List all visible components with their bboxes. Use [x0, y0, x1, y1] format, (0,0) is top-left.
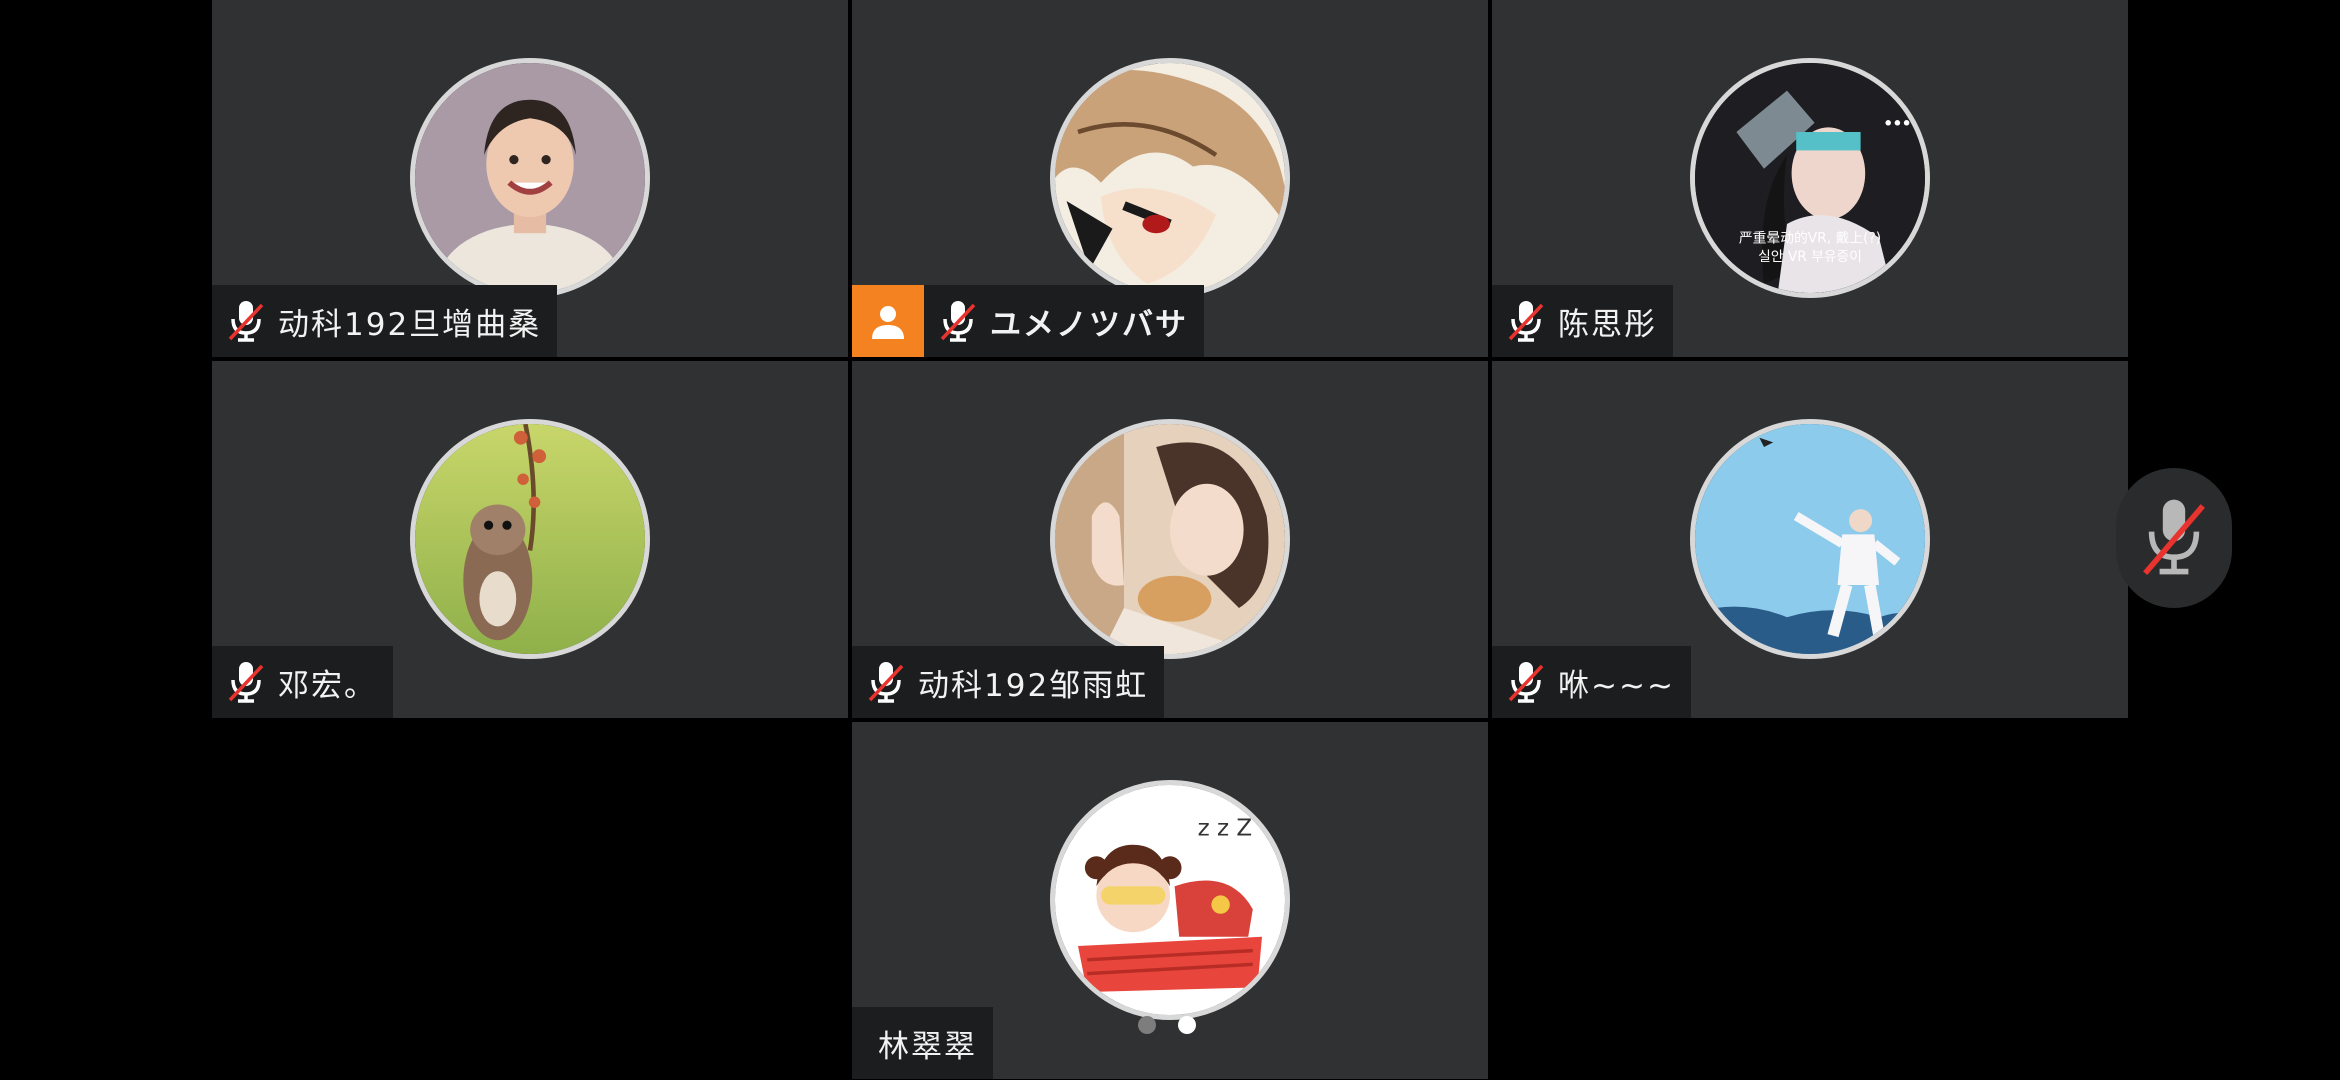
avatar-image: z z Z: [1055, 785, 1285, 1015]
participant-avatar: [410, 419, 650, 659]
participant-name-bar: 动科192邹雨虹: [852, 646, 1165, 718]
participant-name-bar: ユメノツバサ: [852, 285, 1204, 357]
avatar-image: 严重晕动的VR, 戴上(?) 실안 VR 부유증이: [1695, 63, 1925, 293]
participant-tile[interactable]: 动科192邹雨虹: [852, 361, 1488, 718]
mic-muted-icon: [866, 660, 906, 704]
participant-avatar: z z Z: [1050, 780, 1290, 1020]
svg-text:z z Z: z z Z: [1198, 816, 1253, 842]
avatar-image: [415, 63, 645, 293]
meeting-grid: 动科192旦增曲桑 ユメノツバサ 严重晕动的VR, 戴上(?) 실안 VR 부유…: [0, 0, 2340, 1080]
participant-name: 林翠翠: [878, 1028, 977, 1065]
mic-muted-icon: [1506, 660, 1546, 704]
participant-avatar: 严重晕动的VR, 戴上(?) 실안 VR 부유증이: [1690, 58, 1930, 298]
host-badge: [852, 285, 924, 357]
participant-name: 动科192邹雨虹: [918, 667, 1149, 704]
avatar-caption: 严重晕动的VR, 戴上(?): [1739, 230, 1881, 246]
participant-tile[interactable]: ユメノツバサ: [852, 0, 1488, 357]
participant-avatar: [1050, 58, 1290, 298]
participant-avatar: [1690, 419, 1930, 659]
participant-tile[interactable]: 咻~~~: [1492, 361, 2128, 718]
mic-muted-icon: [1506, 299, 1546, 343]
mic-muted-icon: [2143, 499, 2205, 576]
participant-name-bar: 动科192旦增曲桑: [212, 285, 558, 357]
avatar-image: [415, 424, 645, 654]
participant-name: 咻~~~: [1558, 667, 1675, 704]
participant-tile[interactable]: 动科192旦增曲桑: [212, 0, 848, 357]
participant-name-bar: 邓宏。: [212, 646, 393, 718]
participant-name-bar: 陈思彤: [1492, 285, 1673, 357]
self-mic-toggle-button[interactable]: [2116, 468, 2232, 608]
participant-name: 动科192旦增曲桑: [278, 306, 542, 343]
participant-avatar: [1050, 419, 1290, 659]
participant-name: ユメノツバサ: [990, 306, 1188, 343]
page-indicator: [1138, 1016, 1196, 1034]
mic-muted-icon: [226, 299, 266, 343]
participant-avatar: [410, 58, 650, 298]
participant-name: 邓宏。: [278, 667, 377, 704]
participant-name-bar: 林翠翠: [852, 1007, 993, 1079]
person-icon: [872, 306, 904, 339]
participant-name: 陈思彤: [1558, 306, 1657, 343]
participant-tile[interactable]: 严重晕动的VR, 戴上(?) 실안 VR 부유증이 陈思彤: [1492, 0, 2128, 357]
avatar-image: [1055, 63, 1285, 293]
avatar-image: [1695, 424, 1925, 654]
avatar-caption: 실안 VR 부유증이: [1758, 249, 1862, 265]
participant-tile[interactable]: 邓宏。: [212, 361, 848, 718]
mic-muted-icon: [938, 299, 978, 343]
participant-name-bar: 咻~~~: [1492, 646, 1691, 718]
page-dot-1[interactable]: [1138, 1016, 1156, 1034]
mic-muted-icon: [226, 660, 266, 704]
avatar-image: [1055, 424, 1285, 654]
page-dot-2[interactable]: [1178, 1016, 1196, 1034]
